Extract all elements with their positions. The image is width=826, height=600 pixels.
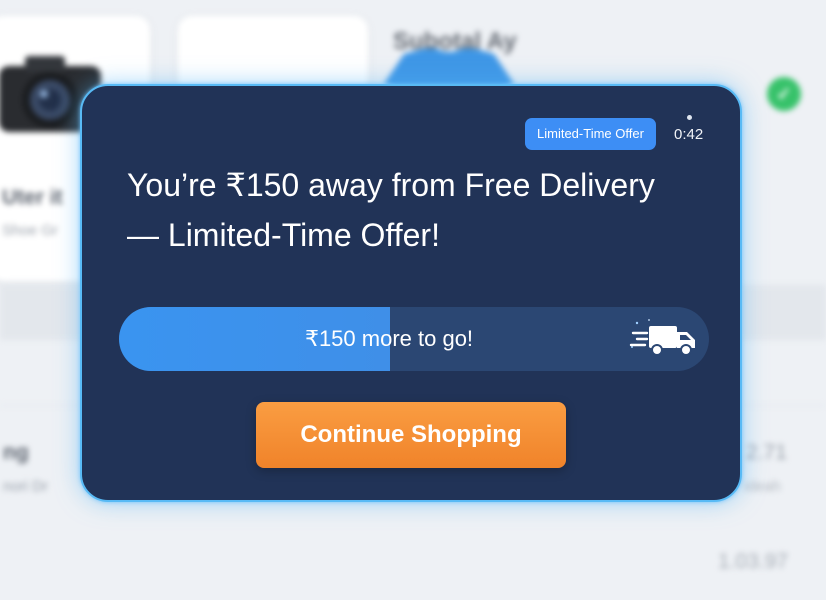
row-subtitle: nori Dr	[3, 478, 49, 495]
free-delivery-progress-bar: ₹150 more to go!	[119, 307, 709, 371]
timer-dot-icon	[687, 115, 692, 120]
continue-shopping-button[interactable]: Continue Shopping	[256, 402, 566, 468]
free-delivery-offer-modal: Limited-Time Offer 0:42 You’re ₹150 away…	[80, 84, 742, 502]
check-icon: ✓	[767, 77, 801, 111]
row-value: 2.71	[746, 441, 787, 464]
countdown-timer: 0:42	[674, 126, 704, 143]
subtotal-label: Subotal Ay	[393, 28, 517, 55]
total-value: 1.03.97	[718, 550, 789, 573]
item-subtitle: Shoe Gr	[2, 222, 58, 239]
offer-headline: You’re ₹150 away from Free Delivery — Li…	[127, 167, 655, 253]
limited-offer-badge: Limited-Time Offer	[525, 118, 656, 150]
row-title: ng	[3, 441, 29, 464]
progress-label: ₹150 more to go!	[304, 326, 474, 351]
row-value-sub: ideah	[744, 478, 781, 495]
delivery-truck-icon	[629, 319, 695, 356]
item-title: Uter it	[2, 186, 63, 209]
